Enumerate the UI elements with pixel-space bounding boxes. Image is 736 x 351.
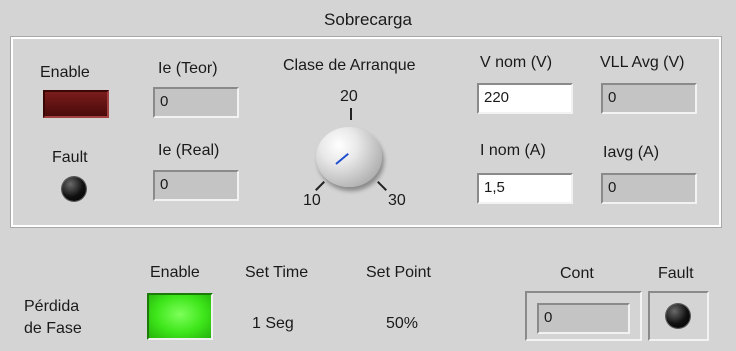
phase-loss-fault-led [666,304,690,328]
knob-tick-label-20: 20 [340,88,358,105]
set-time-label: Set Time [245,264,309,281]
phase-loss-enable-led[interactable] [147,293,213,340]
i-avg-indicator: 0 [601,173,697,204]
i-avg-label: Iavg (A) [603,144,660,161]
ie-real-label: Ie (Real) [158,142,220,159]
set-time-value: 1 Seg [252,315,294,332]
phase-loss-enable-label: Enable [150,264,200,281]
knob-tick-label-10: 10 [303,192,321,209]
overload-enable-label: Enable [40,64,90,81]
phase-loss-label-line2: de Fase [24,320,82,337]
overload-fault-led [62,177,86,201]
v-nom-label: V nom (V) [480,54,553,71]
cont-label: Cont [560,265,594,282]
set-point-value: 50% [386,315,419,332]
overload-enable-led[interactable] [43,90,109,118]
v-nom-input[interactable]: 220 [477,83,573,114]
cont-indicator: 0 [537,303,630,334]
knob-tick-label-30: 30 [388,192,406,209]
phase-loss-label-line1: Pérdida [24,298,80,315]
ie-real-indicator: 0 [153,170,239,201]
i-nom-label: I nom (A) [480,142,546,159]
ie-teor-label: Ie (Teor) [158,60,218,77]
panel-title: Sobrecarga [324,10,412,29]
ie-teor-indicator: 0 [153,87,239,118]
i-nom-input[interactable]: 1,5 [477,173,573,204]
phase-loss-fault-label: Fault [658,265,694,282]
overload-fault-label: Fault [52,149,88,166]
clase-arranque-knob[interactable] [316,127,382,187]
clase-arranque-label: Clase de Arranque [283,57,416,74]
vll-avg-indicator: 0 [601,83,697,114]
knob-tick-mark-20 [350,108,352,120]
vll-avg-label: VLL Avg (V) [600,54,685,71]
set-point-label: Set Point [366,264,431,281]
